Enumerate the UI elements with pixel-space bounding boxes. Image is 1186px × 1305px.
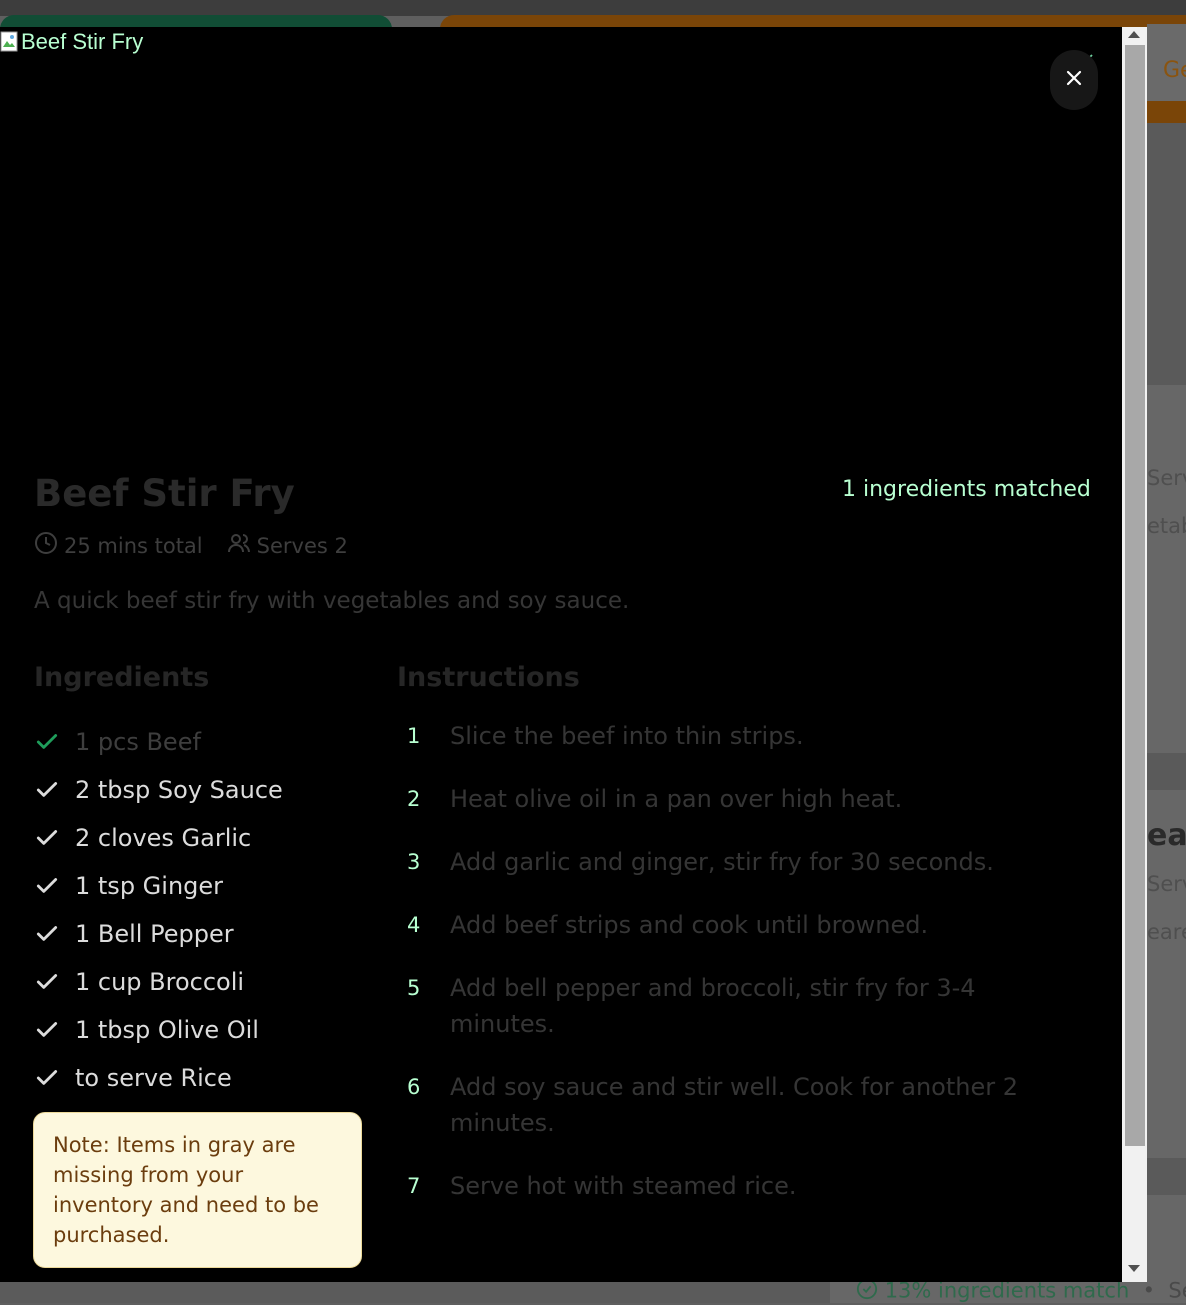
- background-separator: •: [1135, 1278, 1162, 1303]
- step-number: 6: [407, 1075, 421, 1099]
- cook-time: 25 mins total: [34, 531, 203, 560]
- cook-time-text: 25 mins total: [64, 533, 203, 558]
- recipe-image: Beef Stir Fry: [0, 29, 143, 55]
- ingredients-matched-badge: 1 ingredients matched: [842, 477, 1091, 502]
- background-match-text: 13% ingredients match: [884, 1278, 1130, 1303]
- step-text: Add soy sauce and stir well. Cook for an…: [450, 1073, 1019, 1137]
- step-text: Serve hot with steamed rice.: [450, 1172, 797, 1200]
- servings: Serves 2: [227, 531, 348, 560]
- ingredient-item: 1 tbsp Olive Oil: [34, 1006, 283, 1054]
- scrollbar-thumb[interactable]: [1125, 45, 1145, 1146]
- ingredients-heading: Ingredients: [34, 662, 210, 693]
- instructions-heading: Instructions: [397, 662, 580, 693]
- ingredient-item: to serve Rice: [34, 1054, 283, 1102]
- ingredient-text: 2 cloves Garlic: [75, 824, 252, 852]
- instruction-step: 2 Heat olive oil in a pan over high heat…: [397, 781, 1087, 817]
- background-recipe-card: [1147, 385, 1186, 753]
- step-text: Add beef strips and cook until browned.: [450, 911, 929, 939]
- check-icon: [34, 921, 62, 947]
- background-header-label: Ge: [1163, 58, 1186, 83]
- step-number: 1: [407, 724, 421, 748]
- instructions-list: 1 Slice the beef into thin strips. 2 Hea…: [397, 718, 1087, 1231]
- check-icon: [34, 1065, 62, 1091]
- instruction-step: 4 Add beef strips and cook until browned…: [397, 907, 1087, 943]
- step-number: 4: [407, 913, 421, 937]
- ingredient-item: 1 pcs Beef: [34, 718, 283, 766]
- ingredient-text: 1 pcs Beef: [75, 728, 201, 756]
- check-icon: [34, 729, 62, 755]
- check-icon: [34, 873, 62, 899]
- ingredient-text: 1 Bell Pepper: [75, 920, 234, 948]
- recipe-image-alt-text: Beef Stir Fry: [21, 29, 144, 54]
- ingredients-list: 1 pcs Beef 2 tbsp Soy Sauce 2 cloves Gar…: [34, 718, 283, 1102]
- background-text: eare: [1147, 920, 1186, 944]
- check-icon: [34, 1017, 62, 1043]
- check-icon: [34, 777, 62, 803]
- background-text: Serv: [1147, 872, 1186, 896]
- inventory-note: Note: Items in gray are missing from you…: [33, 1112, 362, 1268]
- ingredient-item: 1 tsp Ginger: [34, 862, 283, 910]
- close-button[interactable]: [1050, 50, 1098, 110]
- check-icon: [34, 969, 62, 995]
- background-match-info: 13% ingredients match • Serv: [856, 1278, 1186, 1305]
- step-text: Slice the beef into thin strips.: [450, 722, 804, 750]
- background-text: etab: [1147, 514, 1186, 538]
- scroll-down-arrow-icon[interactable]: [1128, 1265, 1140, 1272]
- instruction-step: 5 Add bell pepper and broccoli, stir fry…: [397, 970, 1087, 1042]
- ingredient-item: 2 tbsp Soy Sauce: [34, 766, 283, 814]
- broken-image-icon: [0, 31, 20, 53]
- instruction-step: 7 Serve hot with steamed rice.: [397, 1168, 1087, 1204]
- ingredient-item: 1 cup Broccoli: [34, 958, 283, 1006]
- background-text: eak: [1147, 818, 1186, 853]
- scroll-up-arrow-icon[interactable]: [1128, 31, 1140, 38]
- step-number: 3: [407, 850, 421, 874]
- instruction-step: 1 Slice the beef into thin strips.: [397, 718, 1087, 754]
- step-number: 7: [407, 1174, 421, 1198]
- step-number: 2: [407, 787, 421, 811]
- step-text: Heat olive oil in a pan over high heat.: [450, 785, 903, 813]
- ingredient-text: 1 tsp Ginger: [75, 872, 224, 900]
- background-topbar: [0, 0, 1186, 16]
- ingredient-text: 1 tbsp Olive Oil: [75, 1016, 259, 1044]
- users-icon: [227, 531, 257, 560]
- step-text: Add bell pepper and broccoli, stir fry f…: [450, 974, 976, 1038]
- step-text: Add garlic and ginger, stir fry for 30 s…: [450, 848, 994, 876]
- background-text: Serv: [1147, 466, 1186, 490]
- servings-text: Serves 2: [256, 533, 348, 558]
- check-circle-icon: [856, 1278, 878, 1305]
- close-icon: [1064, 68, 1084, 92]
- recipe-description: A quick beef stir fry with vegetables an…: [34, 588, 630, 614]
- recipe-title: Beef Stir Fry: [34, 472, 295, 515]
- ingredient-item: 2 cloves Garlic: [34, 814, 283, 862]
- clock-icon: [34, 531, 64, 560]
- ingredient-text: 1 cup Broccoli: [75, 968, 245, 996]
- ingredient-item: 1 Bell Pepper: [34, 910, 283, 958]
- recipe-modal: Beef Stir Fry Beef Stir Fry 1 ingredient…: [0, 27, 1122, 1282]
- step-number: 5: [407, 976, 421, 1000]
- recipe-meta: 25 mins total Serves 2: [34, 531, 372, 560]
- check-icon: [34, 825, 62, 851]
- background-serves-text: Serv: [1168, 1278, 1186, 1303]
- background-recipe-card: [1147, 1195, 1186, 1285]
- instruction-step: 3 Add garlic and ginger, stir fry for 30…: [397, 844, 1087, 880]
- instruction-step: 6 Add soy sauce and stir well. Cook for …: [397, 1069, 1087, 1141]
- ingredient-text: 2 tbsp Soy Sauce: [75, 776, 283, 804]
- ingredient-text: to serve Rice: [75, 1064, 232, 1092]
